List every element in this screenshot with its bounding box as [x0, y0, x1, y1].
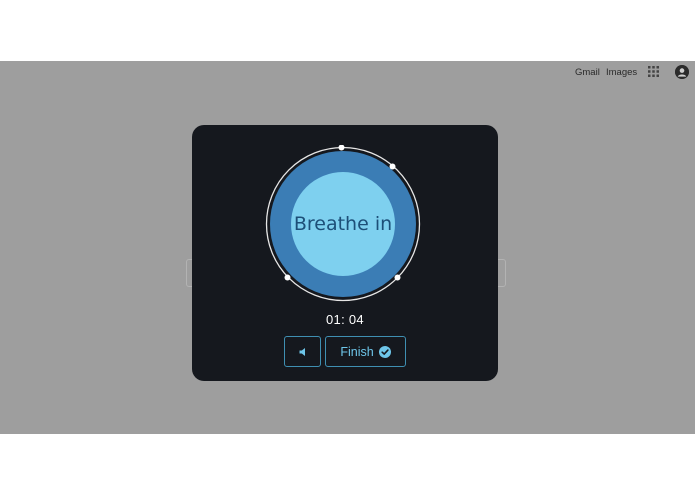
ring-marker	[284, 274, 291, 281]
timer-display: 01: 04	[326, 312, 364, 327]
finish-label: Finish	[340, 344, 374, 359]
top-bar: Gmail Images	[0, 61, 695, 83]
images-link[interactable]: Images	[606, 67, 637, 78]
ring-marker	[389, 163, 396, 170]
breathing-rings	[265, 144, 421, 302]
apps-grid-icon[interactable]	[648, 66, 659, 77]
speaker-icon	[299, 347, 305, 356]
gmail-link[interactable]: Gmail	[575, 67, 600, 78]
ring-marker	[338, 144, 345, 151]
sound-button[interactable]	[284, 336, 321, 367]
check-circle-icon	[378, 345, 391, 358]
ring-marker	[394, 274, 401, 281]
breathing-dialog: Breathe in 01: 04 Finish	[192, 125, 498, 381]
finish-button[interactable]: Finish	[325, 336, 406, 367]
user-avatar-icon[interactable]	[675, 65, 689, 79]
breathing-visualizer: Breathe in	[264, 144, 422, 303]
google-homepage-overlay: Gmail Images Breathe in 01: 04 Finish	[0, 61, 695, 434]
inner-breath-circle	[291, 172, 395, 276]
